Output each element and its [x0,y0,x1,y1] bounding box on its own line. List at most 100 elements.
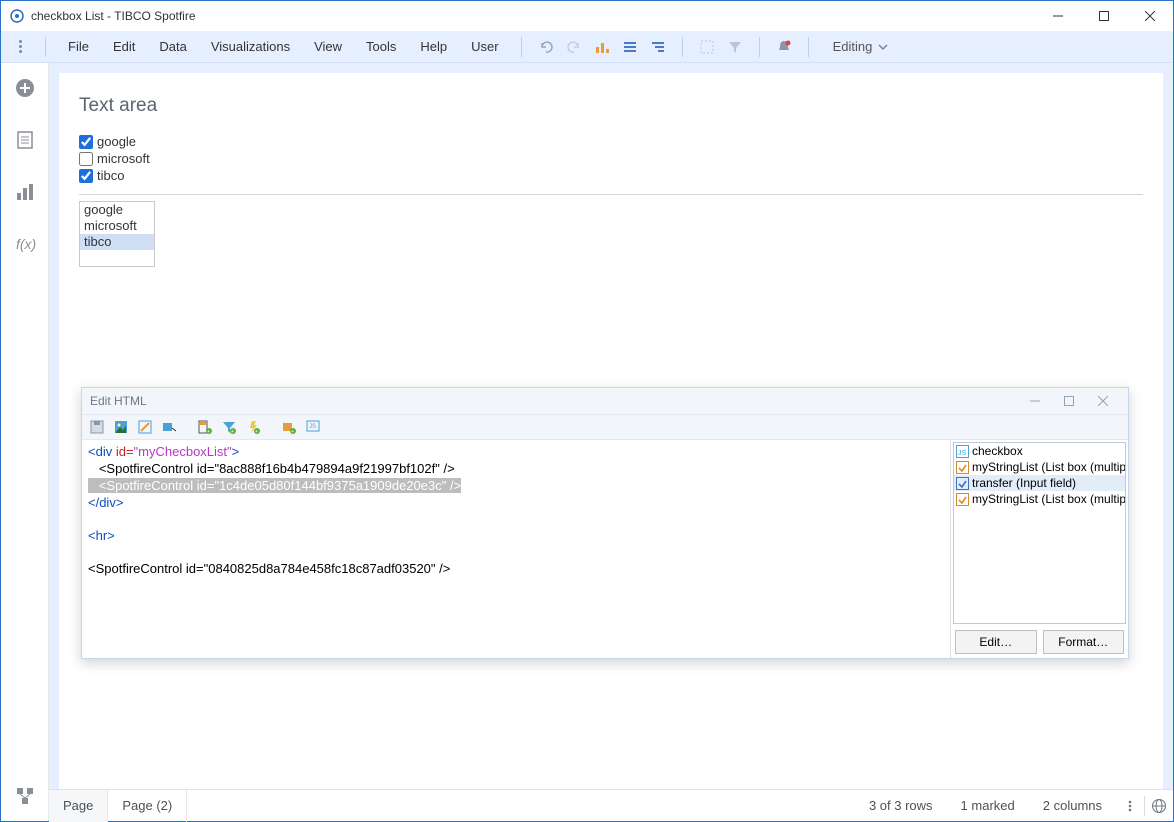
divider [45,37,46,57]
notification-icon[interactable] [776,39,792,55]
divider [759,37,760,57]
code-selected-line: <SpotfireControl id="1c4de05d80f144bf937… [88,478,461,493]
list-item[interactable]: myStringList (List box (multiple se [954,459,1125,475]
page-tab-active[interactable]: Page (2) [108,790,187,822]
list-item[interactable]: JS checkbox [954,443,1125,459]
save-icon[interactable] [88,418,106,436]
insert-link-icon[interactable] [136,418,154,436]
menubar: File Edit Data Visualizations View Tools… [1,31,1173,63]
svg-text:+: + [207,429,210,434]
insert-image-icon[interactable] [112,418,130,436]
insert-property-icon[interactable]: + [196,418,214,436]
code-text: id= [116,444,134,459]
mode-label: Editing [833,39,873,54]
dialog-maximize-button[interactable] [1052,390,1086,412]
dialog-close-button[interactable] [1086,390,1120,412]
left-sidebar: f(x) [1,63,49,821]
item-label: myStringList (List box (multiple se [972,460,1126,474]
checkbox-input[interactable] [79,135,93,149]
insert-filter-icon[interactable]: + [220,418,238,436]
checkbox-input[interactable] [79,152,93,166]
dialog-minimize-button[interactable] [1018,390,1052,412]
insert-js-icon[interactable]: JS [304,418,322,436]
list-item[interactable]: microsoft [80,218,154,234]
page-tab[interactable]: Page [49,790,108,822]
dialog-title-text: Edit HTML [90,394,147,408]
bar-chart-icon[interactable] [594,39,610,55]
app-window: checkbox List - TIBCO Spotfire File Edit… [0,0,1174,822]
svg-text:JS: JS [958,450,967,457]
checkbox-item-google[interactable]: google [79,133,1163,150]
selection-icon[interactable] [699,39,715,55]
insert-control-icon[interactable] [160,418,178,436]
minimize-button[interactable] [1035,1,1081,31]
redo-icon[interactable] [566,39,582,55]
menu-data[interactable]: Data [147,31,198,63]
list-item[interactable]: myStringList (List box (multiple se [954,491,1125,507]
separator [79,194,1143,195]
svg-text:+: + [231,429,234,434]
menu-tools[interactable]: Tools [354,31,408,63]
item-label: myStringList (List box (multiple se [972,492,1126,506]
table-icon[interactable] [622,39,638,55]
code-text: <hr> [88,528,115,543]
html-code-editor[interactable]: <div id="myChecboxList"> <SpotfireContro… [82,440,950,658]
web-icon[interactable] [1145,798,1173,814]
checkbox-item-microsoft[interactable]: microsoft [79,150,1163,167]
item-label: checkbox [972,444,1023,458]
menu-visualizations[interactable]: Visualizations [199,31,302,63]
status-bar: Page Page (2) 3 of 3 rows 1 marked 2 col… [49,789,1173,821]
list-item[interactable]: google [80,202,154,218]
svg-text:+: + [291,429,294,434]
data-canvas-icon[interactable] [14,785,36,807]
analytics-icon[interactable] [14,181,36,203]
titlebar: checkbox List - TIBCO Spotfire [1,1,1173,31]
dialog-titlebar[interactable]: Edit HTML [82,388,1128,414]
format-button[interactable]: Format… [1043,630,1125,654]
edit-html-dialog: Edit HTML + [81,387,1129,659]
menu-user[interactable]: User [459,31,510,63]
functions-icon[interactable]: f(x) [14,233,36,255]
checkbox-label: google [97,133,136,150]
code-text: "myChecboxList" [134,444,232,459]
divider [521,37,522,57]
code-text: > [232,444,240,459]
marked-status: 1 marked [947,798,1029,813]
checkbox-label: microsoft [97,150,150,167]
pages-icon[interactable] [14,129,36,151]
more-options-icon[interactable] [1116,799,1144,813]
svg-text:JS: JS [309,424,316,430]
insert-action-icon[interactable]: + [244,418,262,436]
code-text: <div [88,444,116,459]
app-icon [9,8,25,24]
cross-table-icon[interactable] [650,39,666,55]
edit-button[interactable]: Edit… [955,630,1037,654]
svg-text:+: + [255,429,258,434]
maximize-button[interactable] [1081,1,1127,31]
menu-file[interactable]: File [56,31,101,63]
listbox[interactable]: google microsoft tibco [79,201,155,267]
checkbox-list: google microsoft tibco [59,133,1163,184]
controls-list[interactable]: JS checkbox myStringList (List box (multi… [953,442,1126,624]
visualization-canvas: Text area google microsoft tibco google … [59,73,1163,789]
menu-help[interactable]: Help [408,31,459,63]
svg-text:f(x): f(x) [16,236,36,252]
list-item[interactable]: tibco [80,234,154,250]
checkbox-item-tibco[interactable]: tibco [79,167,1163,184]
divider [808,37,809,57]
code-text: <SpotfireControl id="8ac888f16b4b479894a… [88,461,455,476]
checkbox-input[interactable] [79,169,93,183]
close-button[interactable] [1127,1,1173,31]
menu-more-icon[interactable] [9,40,31,53]
add-visualization-icon[interactable] [14,77,36,99]
menu-edit[interactable]: Edit [101,31,147,63]
filter-icon[interactable] [727,39,743,55]
mode-selector[interactable]: Editing [819,39,899,54]
menu-view[interactable]: View [302,31,354,63]
undo-icon[interactable] [538,39,554,55]
panel-title: Text area [59,73,1163,133]
insert-dynamic-icon[interactable]: + [280,418,298,436]
rows-status: 3 of 3 rows [855,798,947,813]
list-item-empty [80,250,154,266]
list-item-selected[interactable]: transfer (Input field) [954,475,1125,491]
